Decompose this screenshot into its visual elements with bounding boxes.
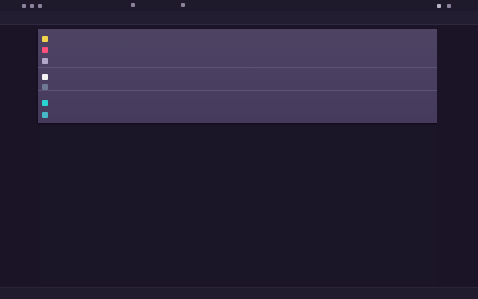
terminal-icon <box>42 100 48 106</box>
document-icon <box>42 58 48 64</box>
close-icon[interactable] <box>437 4 441 8</box>
left-sidebar <box>0 25 40 285</box>
image-icon <box>42 74 48 80</box>
status-bar <box>0 287 478 299</box>
panel-row[interactable] <box>38 55 437 65</box>
record-icon[interactable] <box>131 3 135 7</box>
maximize-icon[interactable] <box>447 4 451 8</box>
panel-row[interactable] <box>38 33 437 43</box>
title-bar <box>0 0 478 11</box>
folder-icon <box>42 36 48 42</box>
divider <box>38 90 437 91</box>
file-icon <box>42 47 48 53</box>
menu-icon[interactable] <box>30 4 34 8</box>
dropdown-panel <box>38 29 437 123</box>
divider <box>38 67 437 68</box>
panel-row[interactable] <box>38 109 437 119</box>
right-sidebar <box>437 25 478 285</box>
panel-row[interactable] <box>38 71 437 81</box>
refresh-icon[interactable] <box>38 4 42 8</box>
settings-icon[interactable] <box>181 3 185 7</box>
panel-row[interactable] <box>38 97 437 107</box>
menu-bar <box>0 11 478 25</box>
app-icon <box>42 112 48 118</box>
window-icon <box>22 4 26 8</box>
panel-row[interactable] <box>38 44 437 54</box>
